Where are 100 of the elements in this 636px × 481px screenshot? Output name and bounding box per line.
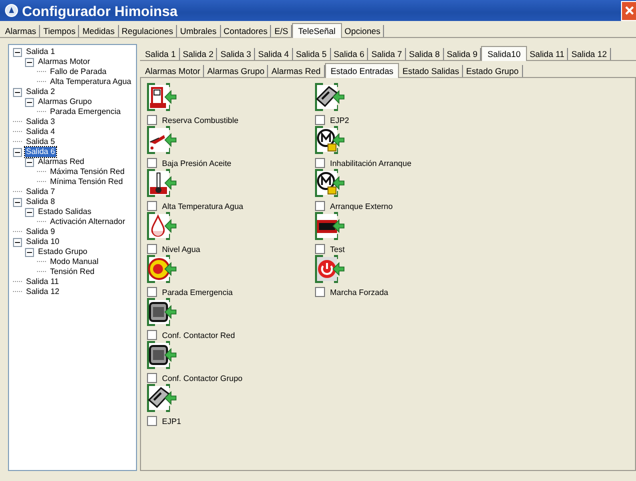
tree-item[interactable]: Salida 11: [25, 277, 60, 287]
checkbox[interactable]: [315, 244, 325, 254]
tree-item[interactable]: Alarmas Grupo: [37, 97, 93, 107]
tree-item[interactable]: Salida 9: [25, 227, 56, 237]
tree-item[interactable]: Fallo de Parada: [49, 67, 108, 77]
tab[interactable]: Alarmas: [2, 25, 40, 37]
tab[interactable]: TeleSeñal: [292, 23, 342, 38]
tab[interactable]: Regulaciones: [118, 25, 178, 37]
collapse-icon[interactable]: [25, 208, 34, 216]
checkbox-label: EJP1: [162, 416, 182, 426]
checkbox-label: Marcha Forzada: [330, 288, 388, 296]
tab[interactable]: Opciones: [342, 25, 384, 37]
tab[interactable]: Contadores: [220, 25, 272, 37]
checkbox[interactable]: [147, 287, 157, 297]
tree-item[interactable]: Alarmas Motor: [37, 57, 92, 67]
checkbox-label: EJP2: [330, 116, 350, 124]
collapse-icon[interactable]: [13, 238, 22, 246]
collapse-icon[interactable]: [25, 248, 34, 256]
power-badge-icon: [315, 255, 345, 283]
fuel-badge-icon: [147, 83, 177, 111]
tree-item[interactable]: Salida 7: [25, 187, 56, 197]
tree-item[interactable]: Parada Emergencia: [49, 107, 122, 117]
tab[interactable]: Estado Grupo: [463, 65, 523, 77]
motor-badge-icon: [315, 126, 345, 154]
tree-item[interactable]: Activación Alternador: [49, 217, 126, 227]
checkbox[interactable]: [315, 115, 325, 125]
tab[interactable]: Salida10: [481, 46, 527, 61]
tab[interactable]: Salida 3: [217, 48, 256, 60]
tab[interactable]: Umbrales: [177, 25, 220, 37]
checkbox-label: Inhabilitación Arranque: [330, 158, 412, 168]
motor-badge-icon: [315, 169, 345, 197]
window-title: Configurador Himoinsa: [22, 2, 178, 18]
tree-item[interactable]: Salida 8: [25, 197, 56, 207]
tree-item[interactable]: Tensión Red: [49, 267, 96, 277]
collapse-icon[interactable]: [25, 98, 34, 106]
tab[interactable]: Salida 5: [292, 48, 331, 60]
checkbox[interactable]: [315, 158, 325, 168]
plate-badge-icon: [147, 341, 177, 369]
checkbox-label: Alta Temperatura Agua: [162, 202, 244, 210]
tree-item[interactable]: Alta Temperatura Agua: [49, 77, 132, 87]
tab[interactable]: Salida 8: [406, 48, 444, 60]
stop-badge-icon: [147, 255, 177, 283]
checkbox[interactable]: [147, 201, 157, 211]
checkbox[interactable]: [147, 330, 157, 340]
checkbox-label: Arranque Externo: [330, 202, 393, 210]
collapse-icon[interactable]: [13, 88, 22, 96]
tree-item[interactable]: Estado Grupo: [37, 247, 88, 257]
tab[interactable]: Medidas: [79, 25, 119, 37]
checkbox[interactable]: [147, 373, 157, 383]
tree-item[interactable]: Salida 4: [25, 127, 56, 137]
collapse-icon[interactable]: [13, 198, 22, 206]
checkbox[interactable]: [147, 244, 157, 254]
checkbox[interactable]: [147, 416, 157, 426]
card-badge-icon: [147, 384, 177, 412]
close-icon: [624, 6, 634, 15]
tab[interactable]: Alarmas Motor: [142, 65, 204, 77]
tree-item[interactable]: Mínima Tensión Red: [49, 177, 124, 187]
tab[interactable]: Salida 2: [180, 48, 218, 60]
oil-badge-icon: [147, 126, 177, 154]
checkbox[interactable]: [315, 287, 325, 297]
checkbox-label: Conf. Contactor Red: [162, 330, 235, 340]
thermo-badge-icon: [147, 169, 177, 197]
checkbox-label: Conf. Contactor Grupo: [162, 374, 242, 382]
tree-item[interactable]: Salida 5: [25, 137, 56, 147]
checkbox[interactable]: [147, 115, 157, 125]
tree-item[interactable]: Salida 12: [25, 287, 60, 297]
tab[interactable]: Estado Salidas: [399, 65, 464, 77]
tree-item[interactable]: Salida 10: [25, 237, 60, 247]
tab[interactable]: Estado Entradas: [324, 63, 400, 78]
tree-item[interactable]: Salida 1: [25, 47, 56, 57]
checkbox-label: Parada Emergencia: [162, 288, 233, 296]
word-badge-icon: [315, 212, 345, 240]
checkbox-label: Reserva Combustible: [162, 116, 238, 124]
tab[interactable]: Alarmas Grupo: [204, 65, 268, 77]
tree-item[interactable]: Salida 6: [25, 147, 56, 157]
drop-badge-icon: [147, 212, 177, 240]
collapse-icon[interactable]: [25, 58, 34, 66]
checkbox[interactable]: [315, 201, 325, 211]
tab[interactable]: Tiempos: [40, 25, 80, 37]
tree-item[interactable]: Salida 3: [25, 117, 56, 127]
checkbox-label: Baja Presión Aceite: [162, 158, 232, 168]
tab[interactable]: Salida 12: [568, 48, 611, 60]
collapse-icon[interactable]: [13, 148, 22, 156]
tree-item[interactable]: Estado Salidas: [37, 207, 92, 217]
tab[interactable]: Salida 6: [330, 48, 368, 60]
tree-item[interactable]: Modo Manual: [49, 257, 100, 267]
tab[interactable]: Salida 7: [368, 48, 406, 60]
checkbox[interactable]: [147, 158, 157, 168]
tree-item[interactable]: Máxima Tensión Red: [49, 167, 126, 177]
collapse-icon[interactable]: [13, 48, 22, 56]
tab[interactable]: Salida 11: [526, 48, 568, 60]
collapse-icon[interactable]: [25, 158, 34, 166]
plate-badge-icon: [147, 298, 177, 326]
logo-icon: [5, 4, 18, 17]
close-button[interactable]: [621, 0, 636, 20]
tab[interactable]: Salida 1: [142, 48, 180, 60]
tree-item[interactable]: Salida 2: [25, 87, 56, 97]
tree-item[interactable]: Alarmas Red: [37, 157, 86, 167]
tab[interactable]: Salida 4: [255, 48, 293, 60]
checkbox-label: Test: [330, 244, 345, 254]
